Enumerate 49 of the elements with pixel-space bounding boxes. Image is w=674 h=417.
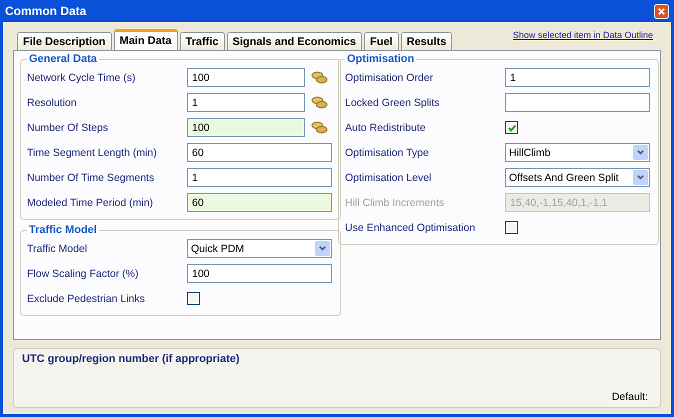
- field-label: Number Of Steps: [27, 122, 110, 134]
- tab[interactable]: Fuel: [364, 32, 399, 50]
- field-label: Use Enhanced Optimisation: [345, 222, 476, 234]
- default-label: Default:: [612, 391, 648, 403]
- checkbox[interactable]: [505, 221, 518, 234]
- input-field[interactable]: 60: [187, 143, 332, 162]
- help-title: UTC group/region number (if appropriate): [22, 353, 241, 365]
- coins-icon[interactable]: [311, 71, 328, 84]
- input-field[interactable]: 100: [187, 68, 305, 87]
- input-field[interactable]: 1: [187, 93, 305, 112]
- dropdown[interactable]: HillClimb: [505, 143, 650, 162]
- input-field[interactable]: 1: [505, 68, 650, 87]
- field-label: Resolution: [27, 96, 78, 108]
- input-field[interactable]: 100: [187, 264, 332, 283]
- checkbox[interactable]: [505, 121, 518, 134]
- field-label: Network Cycle Time (s): [27, 72, 137, 84]
- tab[interactable]: Results: [400, 32, 452, 50]
- field-label: Optimisation Level: [345, 172, 432, 184]
- group-title: Traffic Model: [28, 224, 98, 236]
- field-label: Traffic Model: [27, 242, 88, 254]
- tab[interactable]: Signals and Economics: [226, 32, 362, 50]
- field-label: Hill Climb Increments: [345, 196, 446, 208]
- tab[interactable]: File Description: [17, 32, 112, 50]
- field-label: Locked Green Splits: [345, 96, 441, 108]
- input-field[interactable]: 60: [187, 193, 332, 212]
- tab[interactable]: Traffic: [180, 32, 225, 50]
- checkbox[interactable]: [187, 292, 200, 305]
- coins-icon[interactable]: [311, 121, 328, 134]
- tab[interactable]: Main Data: [114, 29, 178, 50]
- input-field[interactable]: 100: [187, 118, 305, 137]
- field-label: Number Of Time Segments: [27, 172, 156, 184]
- field-label: Flow Scaling Factor (%): [27, 268, 140, 280]
- field-label: Auto Redistribute: [345, 122, 427, 134]
- close-icon[interactable]: [657, 6, 666, 16]
- dropdown[interactable]: Offsets And Green Split: [505, 168, 650, 187]
- coins-icon[interactable]: [311, 96, 328, 109]
- window-title: Common Data: [5, 4, 86, 18]
- group-title: Optimisation: [346, 53, 416, 65]
- field-label: Time Segment Length (min): [27, 146, 158, 158]
- group-title: General Data: [28, 53, 98, 65]
- dropdown[interactable]: Quick PDM: [187, 239, 332, 258]
- input-field[interactable]: 1: [187, 168, 332, 187]
- field-label: Modeled Time Period (min): [27, 196, 154, 208]
- input-field[interactable]: [505, 93, 650, 112]
- close-button[interactable]: [654, 4, 669, 18]
- outline-link[interactable]: Show selected item in Data Outline: [512, 30, 653, 40]
- field-label: Optimisation Order: [345, 72, 434, 84]
- field-label: Exclude Pedestrian Links: [27, 292, 146, 304]
- field-label: Optimisation Type: [345, 146, 430, 158]
